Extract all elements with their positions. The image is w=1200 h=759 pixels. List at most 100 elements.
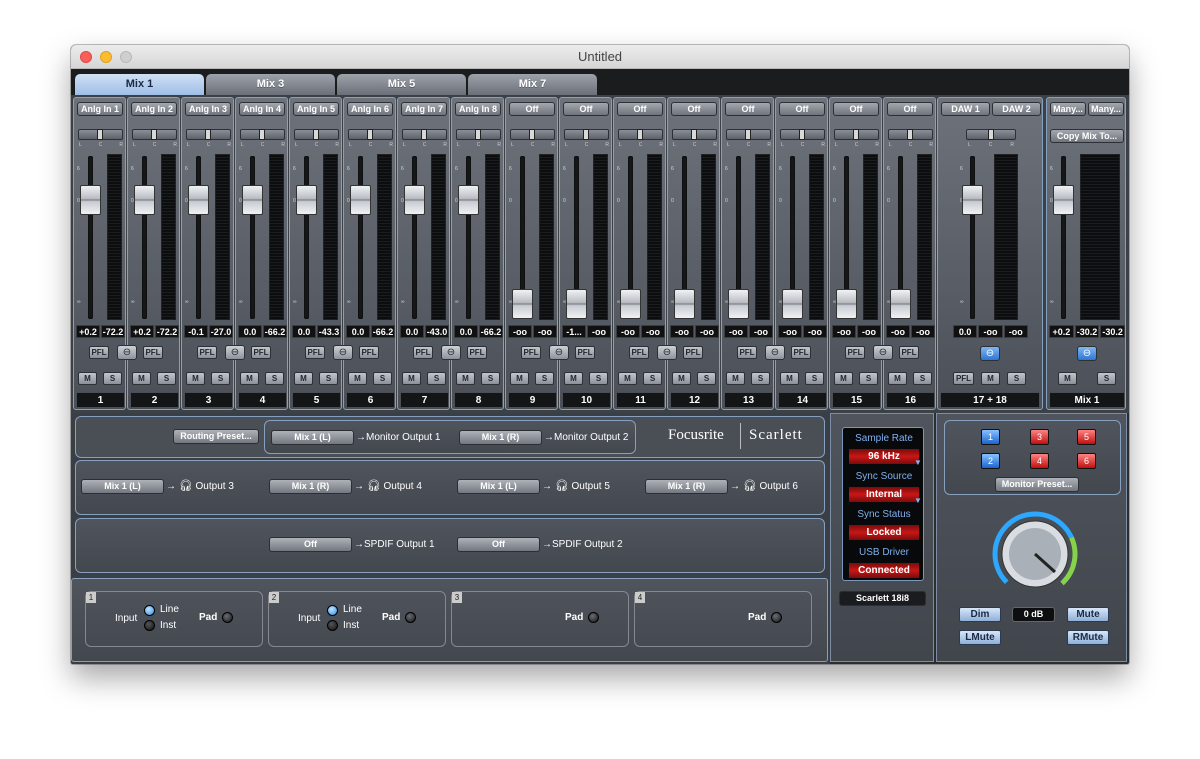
- solo-button[interactable]: S: [859, 372, 878, 385]
- pfl-button[interactable]: PFL: [683, 346, 703, 359]
- output-6-source[interactable]: Mix 1 (R): [645, 479, 728, 494]
- pan-thumb[interactable]: [421, 129, 427, 140]
- channel-pan[interactable]: [510, 129, 555, 140]
- stereo-link-button-7[interactable]: ⊖: [765, 345, 785, 360]
- channel-source-select[interactable]: Off: [617, 102, 663, 116]
- channel-fader[interactable]: [296, 185, 317, 216]
- output-4-source[interactable]: Mix 1 (R): [269, 479, 352, 494]
- channel-source-select[interactable]: Off: [563, 102, 609, 116]
- channel-pan[interactable]: [672, 129, 717, 140]
- pan-thumb[interactable]: [988, 129, 994, 140]
- channel-pan[interactable]: [186, 129, 231, 140]
- solo-button[interactable]: S: [805, 372, 824, 385]
- channel-source-select[interactable]: Off: [671, 102, 717, 116]
- tab-mix-3[interactable]: Mix 3: [206, 74, 335, 95]
- solo-button[interactable]: S: [589, 372, 608, 385]
- stereo-link-button-3[interactable]: ⊖: [333, 345, 353, 360]
- input-3-pad-toggle[interactable]: [588, 612, 599, 623]
- input-2-pad-toggle[interactable]: [405, 612, 416, 623]
- pfl-button[interactable]: PFL: [521, 346, 541, 359]
- channel-source-select[interactable]: Anlg In 2: [131, 102, 177, 116]
- pfl-button[interactable]: PFL: [737, 346, 757, 359]
- pan-thumb[interactable]: [97, 129, 103, 140]
- mute-button[interactable]: M: [780, 372, 799, 385]
- solo-button[interactable]: S: [157, 372, 176, 385]
- mute-button[interactable]: M: [240, 372, 259, 385]
- pfl-button[interactable]: PFL: [89, 346, 109, 359]
- channel-pan[interactable]: [456, 129, 501, 140]
- right-mute-button[interactable]: RMute: [1067, 630, 1109, 645]
- channel-source-select[interactable]: Off: [725, 102, 771, 116]
- input-2-inst-radio[interactable]: [327, 620, 338, 631]
- channel-pan[interactable]: [780, 129, 825, 140]
- solo-button[interactable]: S: [211, 372, 230, 385]
- pan-thumb[interactable]: [853, 129, 859, 140]
- tab-mix-7[interactable]: Mix 7: [468, 74, 597, 95]
- pfl-button[interactable]: PFL: [575, 346, 595, 359]
- mix-source-right[interactable]: Many...: [1088, 102, 1124, 116]
- channel-source-select[interactable]: Anlg In 5: [293, 102, 339, 116]
- mix-source-left[interactable]: Many...: [1050, 102, 1086, 116]
- channel-fader[interactable]: [890, 289, 911, 319]
- monitor-output-1-source[interactable]: Mix 1 (L): [271, 430, 354, 445]
- channel-pan[interactable]: [564, 129, 609, 140]
- pan-thumb[interactable]: [313, 129, 319, 140]
- pfl-button[interactable]: PFL: [467, 346, 487, 359]
- channel-fader[interactable]: [350, 185, 371, 216]
- output-3-source[interactable]: Mix 1 (L): [81, 479, 164, 494]
- spdif-output-2-source[interactable]: Off: [457, 537, 540, 552]
- mute-button[interactable]: M: [618, 372, 637, 385]
- stereo-link-button-8[interactable]: ⊖: [873, 345, 893, 360]
- solo-button[interactable]: S: [319, 372, 338, 385]
- monitor-output-3-button[interactable]: 3: [1030, 429, 1049, 445]
- monitor-output-1-button[interactable]: 1: [981, 429, 1000, 445]
- daw-solo-button[interactable]: S: [1007, 372, 1026, 385]
- channel-source-select[interactable]: Anlg In 6: [347, 102, 393, 116]
- spdif-output-1-source[interactable]: Off: [269, 537, 352, 552]
- mute-button[interactable]: M: [186, 372, 205, 385]
- pan-thumb[interactable]: [367, 129, 373, 140]
- solo-button[interactable]: S: [751, 372, 770, 385]
- channel-source-select[interactable]: Anlg In 4: [239, 102, 285, 116]
- monitor-preset-button[interactable]: Monitor Preset...: [995, 477, 1079, 492]
- channel-fader[interactable]: [836, 289, 857, 319]
- input-4-pad-toggle[interactable]: [771, 612, 782, 623]
- daw-pan[interactable]: [966, 129, 1016, 140]
- channel-source-select[interactable]: Anlg In 3: [185, 102, 231, 116]
- solo-button[interactable]: S: [697, 372, 716, 385]
- channel-fader[interactable]: [458, 185, 479, 216]
- channel-source-select[interactable]: Off: [779, 102, 825, 116]
- stereo-link-button-1[interactable]: ⊖: [117, 345, 137, 360]
- monitor-volume-knob[interactable]: [992, 511, 1078, 597]
- channel-pan[interactable]: [726, 129, 771, 140]
- tab-mix-5[interactable]: Mix 5: [337, 74, 466, 95]
- channel-source-select[interactable]: Off: [509, 102, 555, 116]
- pan-thumb[interactable]: [259, 129, 265, 140]
- channel-pan[interactable]: [294, 129, 339, 140]
- solo-button[interactable]: S: [913, 372, 932, 385]
- mute-button[interactable]: Mute: [1067, 607, 1109, 622]
- daw-source-left[interactable]: DAW 1: [941, 102, 990, 116]
- channel-fader[interactable]: [80, 185, 101, 216]
- channel-pan[interactable]: [132, 129, 177, 140]
- stereo-link-button-2[interactable]: ⊖: [225, 345, 245, 360]
- input-1-line-radio[interactable]: [144, 605, 155, 616]
- daw-source-right[interactable]: DAW 2: [992, 102, 1041, 116]
- pan-thumb[interactable]: [583, 129, 589, 140]
- pan-thumb[interactable]: [691, 129, 697, 140]
- mute-button[interactable]: M: [564, 372, 583, 385]
- mix-mute-button[interactable]: M: [1058, 372, 1077, 385]
- channel-pan[interactable]: [348, 129, 393, 140]
- mix-solo-button[interactable]: S: [1097, 372, 1116, 385]
- mute-button[interactable]: M: [402, 372, 421, 385]
- stereo-link-button-4[interactable]: ⊖: [441, 345, 461, 360]
- channel-fader[interactable]: [782, 289, 803, 319]
- mute-button[interactable]: M: [294, 372, 313, 385]
- mute-button[interactable]: M: [888, 372, 907, 385]
- stereo-link-button-5[interactable]: ⊖: [549, 345, 569, 360]
- pan-thumb[interactable]: [907, 129, 913, 140]
- mute-button[interactable]: M: [78, 372, 97, 385]
- channel-pan[interactable]: [618, 129, 663, 140]
- pfl-button[interactable]: PFL: [197, 346, 217, 359]
- channel-fader[interactable]: [566, 289, 587, 319]
